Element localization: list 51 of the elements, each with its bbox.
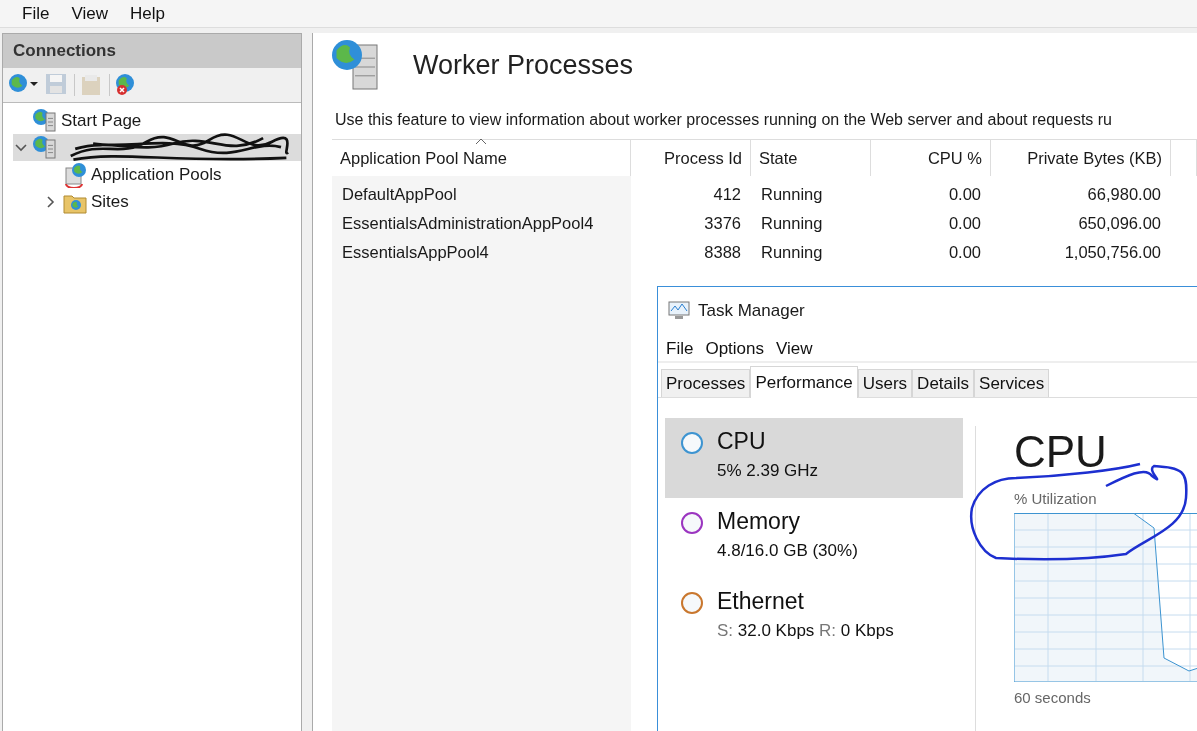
graph-title: CPU [1014,430,1108,474]
tab[interactable]: Processes [661,369,751,397]
table-cell-text: 0.00 [947,213,982,234]
menu-item[interactable]: Options [699,337,770,361]
window-title: Task Manager [698,301,805,321]
menu-item[interactable]: View [770,337,819,361]
tab[interactable]: Users [857,369,913,397]
tree-item[interactable]: Start Page [13,107,301,134]
menu-item[interactable]: File [14,3,64,24]
resource-name: Ethernet [717,588,805,615]
resource-name: CPU [717,428,767,455]
table-cell-text: Running [760,242,824,263]
table-cell-text: 0.00 [947,184,982,205]
table-cell-text: 412 [712,184,742,205]
tab[interactable]: Details [912,369,975,397]
tree-item[interactable] [13,134,301,161]
resource-item[interactable]: CPU 5% 2.39 GHz [665,418,963,498]
table-cell-text: 3376 [703,213,742,234]
menu-item[interactable]: Help [121,3,179,24]
table-cell-text: 1,050,756.00 [1063,242,1162,263]
axis-label: 60 seconds [1014,689,1092,706]
table-cell-text: 8388 [703,242,742,263]
table-cell-text: Running [760,184,824,205]
app-pool-icon [62,161,88,188]
resource-name: Memory [717,508,802,535]
tab[interactable]: Performance [750,366,858,398]
menu-item[interactable]: File [660,337,700,361]
resource-detail: 5% 2.39 GHz [717,461,819,481]
description: Use this feature to view information about worker processes running on the Web server and about requests ru [335,111,1113,129]
table-cell-text: EssentialsAppPool4 [341,242,490,263]
panel-title: Connections [3,34,301,68]
server-globe-icon [32,134,58,161]
table-cell-text: EssentialsAdministrationAppPool4 [341,213,595,234]
menu-item[interactable]: View [63,3,122,24]
table-cell-text: 66,980.00 [1086,184,1162,205]
table-cell-text: 0.00 [947,242,982,263]
sort-ascending-icon [475,138,487,145]
table-cell-text: DefaultAppPool [341,184,458,205]
resource-detail: 4.8/16.0 GB (30%) [717,541,858,561]
monitor-graph-icon [668,301,690,321]
server-globe-icon [32,107,58,134]
table-cell-text: 650,096.00 [1077,213,1162,234]
tree-item[interactable]: Sites [43,188,301,215]
resource-item[interactable]: Ethernet S: 32.0 Kbps R: 0 Kbps [665,578,963,658]
resource-item[interactable]: Memory 4.8/16.0 GB (30%) [665,498,963,578]
tab[interactable]: Services [974,369,1050,397]
axis-label: % Utilization [1014,490,1098,507]
page-title: Worker Processes [413,49,634,81]
resource-detail: S: 32.0 Kbps R: 0 Kbps [717,621,894,641]
tree-item[interactable]: Application Pools [43,161,301,188]
table-cell-text: Running [760,213,824,234]
